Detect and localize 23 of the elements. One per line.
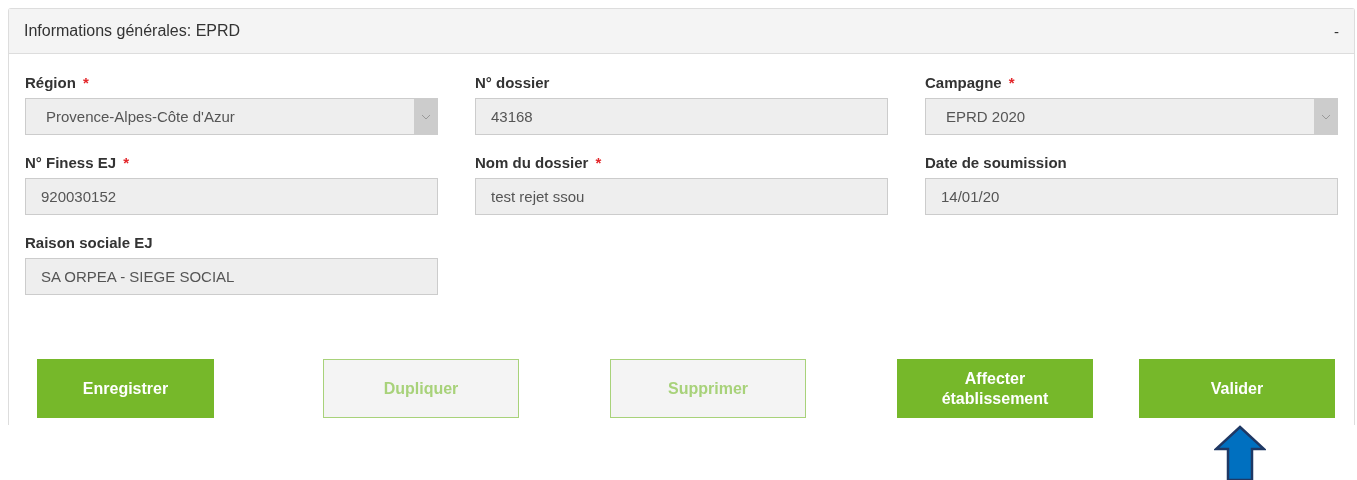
collapse-button[interactable]: - (1334, 22, 1339, 40)
required-mark: * (1008, 74, 1015, 91)
field-label: N° dossier (475, 74, 550, 91)
panel-title: Informations générales: EPRD (24, 22, 241, 40)
field-label: Campagne (925, 74, 1002, 91)
field-label: Date de soumission (925, 154, 1067, 171)
field-label: Région (25, 74, 76, 91)
caret-icon (414, 99, 437, 134)
input-field[interactable]: SA ORPEA - SIEGE SOCIAL (25, 258, 438, 295)
input-field[interactable]: test rejet ssou (475, 178, 888, 215)
field-label: Nom du dossier (475, 154, 589, 171)
field-label: N° Finess EJ (25, 154, 117, 171)
required-mark: * (83, 74, 89, 91)
input-field[interactable]: 14/01/20 (925, 178, 1338, 215)
required-mark: * (123, 154, 130, 171)
input-field[interactable]: 43168 (475, 98, 888, 135)
dropdown-field[interactable]: Provence-Alpes-Côte d'Azur (25, 98, 438, 135)
field-label: Raison sociale EJ (25, 234, 153, 251)
dropdown-field[interactable]: EPRD 2020 (925, 98, 1338, 135)
arrow-icon (1214, 425, 1266, 480)
required-mark: * (595, 154, 602, 171)
input-field[interactable]: 920030152 (25, 178, 438, 215)
caret-icon (1314, 99, 1337, 134)
